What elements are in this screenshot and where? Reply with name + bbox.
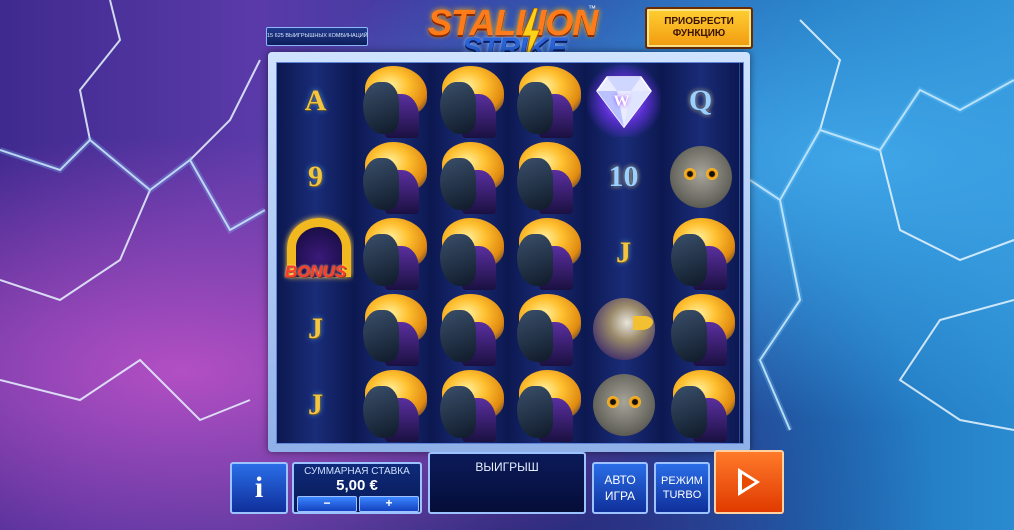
card-symbol-label: J bbox=[308, 388, 323, 421]
symbol-stallion bbox=[354, 63, 431, 139]
symbol-stallion bbox=[431, 139, 508, 215]
total-bet-value: 5,00 € bbox=[336, 477, 378, 494]
stallion-icon bbox=[357, 292, 429, 366]
stallion-icon bbox=[665, 368, 737, 442]
symbol-stallion bbox=[354, 291, 431, 367]
win-panel: ВЫИГРЫШ bbox=[428, 452, 586, 514]
symbol-stallion bbox=[354, 367, 431, 443]
symbol-card: 10 bbox=[585, 139, 662, 215]
stallion-icon bbox=[357, 368, 429, 442]
symbol-stallion bbox=[431, 367, 508, 443]
card-symbol-label: 10 bbox=[608, 160, 639, 193]
card-symbol-label: Q bbox=[688, 84, 713, 117]
turbo-label-line1: РЕЖИМ bbox=[661, 475, 703, 487]
symbol-owl bbox=[585, 367, 662, 443]
play-icon-inner bbox=[742, 474, 755, 490]
ways-to-win-badge: 15 625 ВЫИГРЫШНЫХ КОМБИНАЦИЙ bbox=[266, 27, 368, 46]
symbol-stallion bbox=[508, 139, 585, 215]
reel-5: W 10 J bbox=[585, 63, 663, 443]
symbol-stallion bbox=[508, 63, 585, 139]
stallion-icon bbox=[511, 292, 583, 366]
symbol-stallion bbox=[662, 291, 739, 367]
stallion-icon bbox=[357, 64, 429, 138]
symbol-stallion bbox=[508, 291, 585, 367]
symbol-stallion bbox=[354, 139, 431, 215]
stallion-icon bbox=[357, 216, 429, 290]
stallion-icon bbox=[434, 368, 506, 442]
card-symbol-label: 9 bbox=[308, 160, 323, 193]
reel-area: A 9 BONUS J J W 10 J Q bbox=[276, 62, 744, 444]
reel-frame: A 9 BONUS J J W 10 J Q bbox=[268, 52, 750, 452]
stallion-icon bbox=[434, 64, 506, 138]
reel-1: A 9 BONUS J J bbox=[277, 63, 355, 443]
wild-letter: W bbox=[613, 93, 630, 110]
symbol-bonus-horseshoe: BONUS bbox=[277, 215, 354, 291]
owl-icon bbox=[592, 374, 655, 436]
reel-3 bbox=[431, 63, 509, 443]
stallion-icon bbox=[511, 216, 583, 290]
reel-6: Q bbox=[662, 63, 740, 443]
stallion-icon bbox=[434, 216, 506, 290]
turbo-mode-button[interactable]: РЕЖИМ TURBO bbox=[654, 462, 710, 514]
symbol-stallion bbox=[508, 215, 585, 291]
symbol-card: J bbox=[277, 367, 354, 443]
eagle-icon bbox=[592, 298, 655, 360]
increase-bet-button[interactable]: + bbox=[359, 496, 419, 512]
symbol-stallion bbox=[431, 215, 508, 291]
turbo-label-line2: TURBO bbox=[662, 489, 702, 501]
card-symbol-label: J bbox=[308, 312, 323, 345]
reel-4 bbox=[508, 63, 586, 443]
owl-icon bbox=[669, 146, 732, 208]
autoplay-label-line1: АВТО bbox=[604, 473, 636, 487]
stallion-icon bbox=[511, 64, 583, 138]
symbol-stallion bbox=[508, 367, 585, 443]
stallion-icon bbox=[665, 292, 737, 366]
logo-trademark: ™ bbox=[588, 4, 596, 13]
symbol-stallion bbox=[431, 63, 508, 139]
symbol-stallion bbox=[662, 215, 739, 291]
symbol-card: 9 bbox=[277, 139, 354, 215]
symbol-card: J bbox=[585, 215, 662, 291]
symbol-wild-diamond: W bbox=[585, 63, 662, 139]
symbol-eagle bbox=[585, 291, 662, 367]
info-button[interactable]: i bbox=[230, 462, 288, 514]
symbol-card: Q bbox=[662, 63, 739, 139]
decrease-bet-button[interactable]: − bbox=[297, 496, 357, 512]
buy-feature-button[interactable]: ПРИОБРЕСТИ ФУНКЦИЮ bbox=[645, 7, 753, 49]
symbol-stallion bbox=[354, 215, 431, 291]
symbol-stallion bbox=[431, 291, 508, 367]
total-bet-label: СУММАРНАЯ СТАВКА bbox=[304, 466, 410, 477]
stallion-icon bbox=[511, 140, 583, 214]
win-label: ВЫИГРЫШ bbox=[475, 460, 539, 474]
stallion-icon bbox=[665, 216, 737, 290]
autoplay-button[interactable]: АВТО ИГРА bbox=[592, 462, 648, 514]
spin-button[interactable] bbox=[714, 450, 784, 514]
card-symbol-label: A bbox=[304, 84, 327, 117]
symbol-card: A bbox=[277, 63, 354, 139]
stallion-icon bbox=[511, 368, 583, 442]
autoplay-label-line2: ИГРА bbox=[604, 489, 636, 503]
stallion-icon bbox=[434, 140, 506, 214]
symbol-stallion bbox=[662, 367, 739, 443]
symbol-card: J bbox=[277, 291, 354, 367]
bonus-label: BONUS bbox=[284, 262, 347, 281]
diamond-icon: W bbox=[586, 65, 661, 137]
symbol-owl bbox=[662, 139, 739, 215]
total-bet-panel: СУММАРНАЯ СТАВКА 5,00 € − + bbox=[292, 462, 422, 514]
stallion-icon bbox=[357, 140, 429, 214]
card-symbol-label: J bbox=[616, 236, 631, 269]
reel-2 bbox=[354, 63, 432, 443]
horseshoe-icon: BONUS bbox=[279, 216, 353, 290]
stallion-icon bbox=[434, 292, 506, 366]
